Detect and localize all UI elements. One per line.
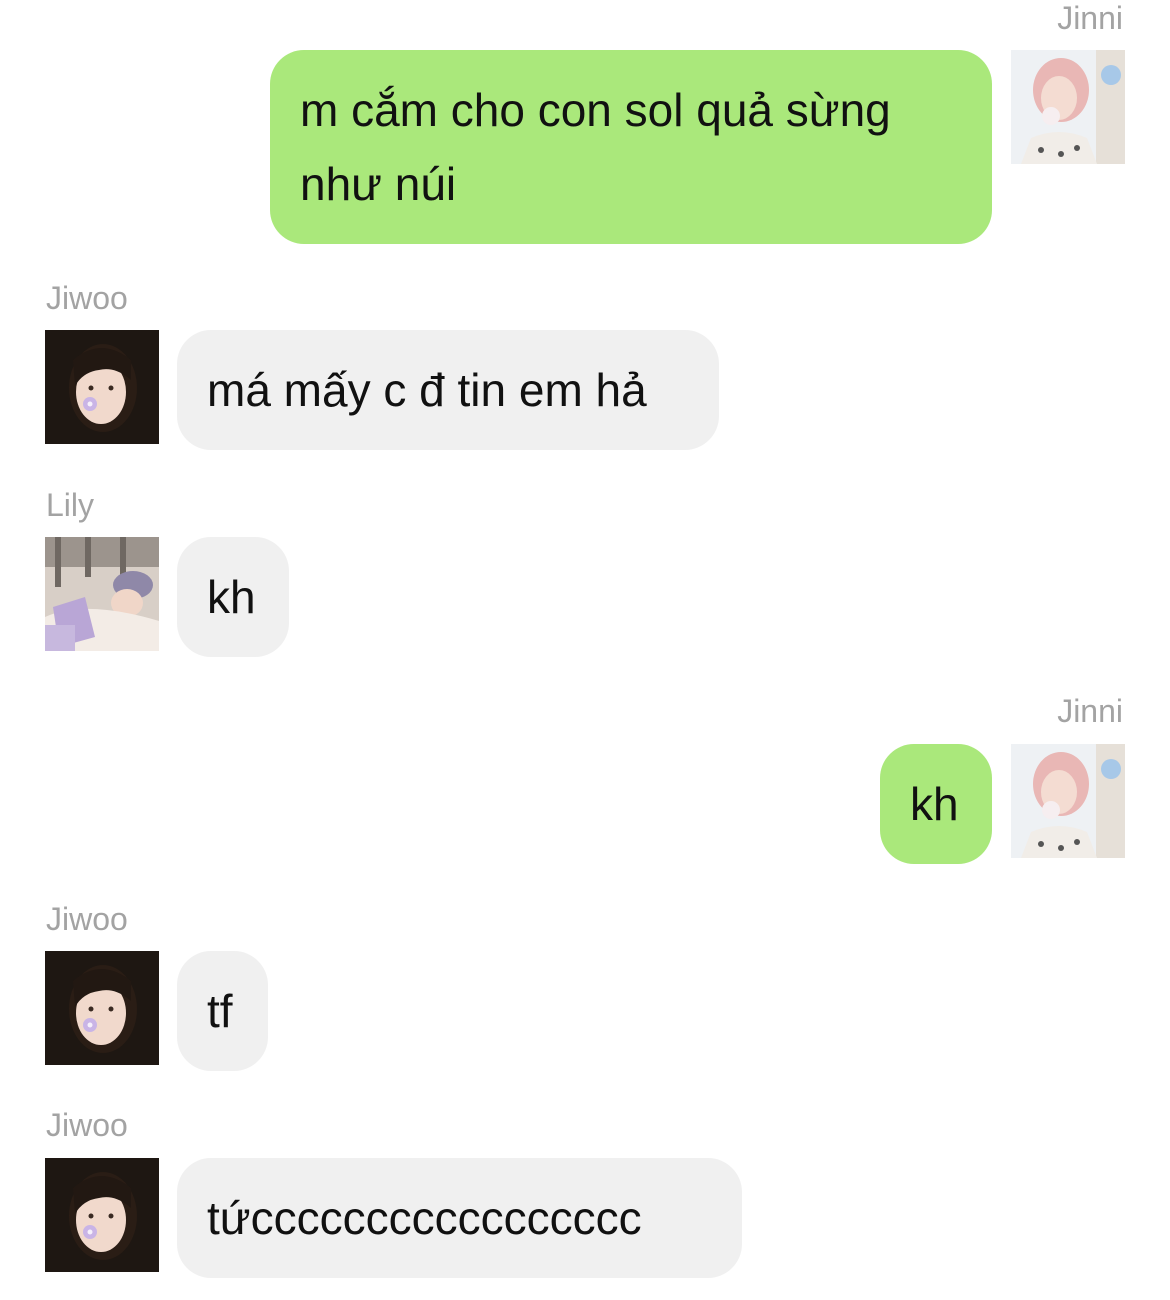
avatar-lily[interactable] <box>45 537 159 651</box>
avatar-jiwoo[interactable] <box>45 951 159 1065</box>
avatar-jinni[interactable] <box>1011 744 1125 858</box>
sender-name: Lily <box>46 487 95 523</box>
jiwoo-avatar-image <box>45 951 159 1065</box>
jiwoo-avatar-image <box>45 330 159 444</box>
chat-thread: Jinni m cắm cho con sol quả sừng như núi… <box>0 0 1170 1300</box>
sender-name: Jiwoo <box>46 1107 128 1143</box>
jiwoo-avatar-image <box>45 1158 159 1272</box>
lily-avatar-image <box>45 537 159 651</box>
sender-name: Jinni <box>1057 693 1123 729</box>
avatar-jiwoo[interactable] <box>45 1158 159 1272</box>
avatar-jiwoo[interactable] <box>45 330 159 444</box>
avatar-jinni[interactable] <box>1011 50 1125 164</box>
sender-name: Jiwoo <box>46 280 128 316</box>
message-bubble[interactable]: kh <box>880 744 992 864</box>
message-bubble[interactable]: tf <box>177 951 268 1071</box>
sender-name: Jinni <box>1057 0 1123 36</box>
jinni-avatar-image <box>1011 50 1125 164</box>
message-bubble[interactable]: m cắm cho con sol quả sừng như núi <box>270 50 992 244</box>
message-bubble[interactable]: tứccccccccccccccccc <box>177 1158 742 1278</box>
jinni-avatar-image <box>1011 744 1125 858</box>
message-bubble[interactable]: má mấy c đ tin em hả <box>177 330 719 450</box>
sender-name: Jiwoo <box>46 901 128 937</box>
message-bubble[interactable]: kh <box>177 537 289 657</box>
